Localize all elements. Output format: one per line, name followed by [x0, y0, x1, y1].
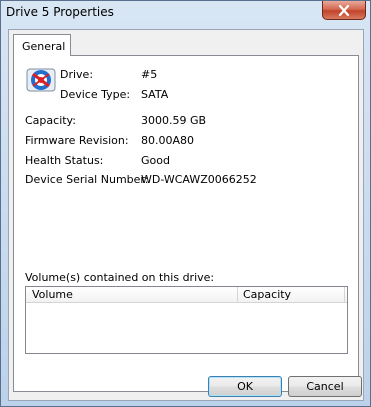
- device-type-value: SATA: [141, 88, 169, 101]
- column-divider[interactable]: [237, 287, 238, 303]
- volumes-caption: Volume(s) contained on this drive:: [25, 271, 215, 284]
- column-header-capacity[interactable]: Capacity: [243, 288, 291, 301]
- title-bar[interactable]: Drive 5 Properties: [1, 1, 370, 23]
- dialog-client-area: General Drive: #5 Device Type: SATA Capa…: [8, 29, 364, 401]
- serial-value: WD-WCAWZ0066252: [141, 173, 257, 186]
- column-divider[interactable]: [344, 287, 345, 303]
- capacity-value: 3000.59 GB: [141, 114, 207, 127]
- volumes-separator: [25, 266, 348, 267]
- header-separator: [25, 105, 348, 106]
- drive-label: Drive:: [60, 68, 94, 81]
- tab-general-label: General: [22, 40, 66, 53]
- properties-window: Drive 5 Properties General Drive: #5 Dev…: [0, 0, 371, 407]
- volumes-list-header: Volume Capacity: [26, 287, 347, 303]
- column-header-volume[interactable]: Volume: [32, 288, 73, 301]
- ok-button[interactable]: OK: [208, 376, 282, 397]
- health-value: Good: [141, 154, 170, 167]
- tab-general[interactable]: General: [13, 34, 71, 56]
- drive-value: #5: [141, 68, 158, 81]
- capacity-label: Capacity:: [25, 114, 76, 127]
- close-icon: [338, 4, 350, 16]
- firmware-value: 80.00A80: [141, 134, 195, 147]
- window-title: Drive 5 Properties: [6, 5, 114, 19]
- firmware-label: Firmware Revision:: [25, 134, 129, 147]
- volumes-list[interactable]: Volume Capacity: [25, 286, 348, 354]
- general-panel: Drive: #5 Device Type: SATA Capacity: 30…: [13, 55, 359, 392]
- serial-label: Device Serial Number:: [25, 173, 149, 186]
- close-button[interactable]: [322, 1, 366, 20]
- cancel-button[interactable]: Cancel: [288, 376, 362, 397]
- device-type-label: Device Type:: [60, 88, 131, 101]
- health-label: Health Status:: [25, 154, 104, 167]
- drive-icon: [26, 68, 56, 92]
